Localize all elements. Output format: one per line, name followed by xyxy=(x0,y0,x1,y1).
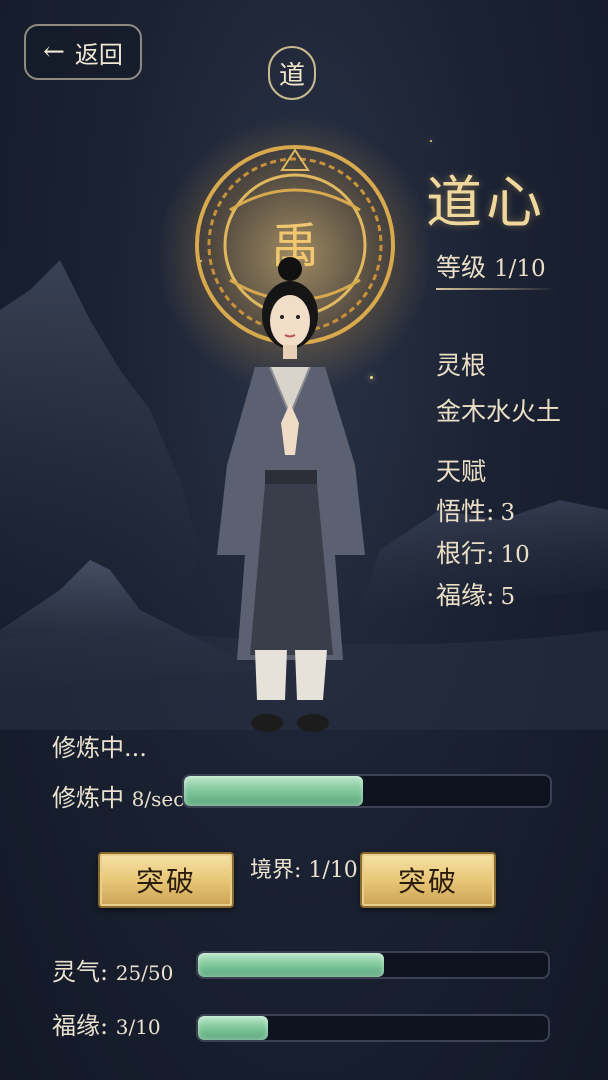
cultivation-progress-bar xyxy=(182,774,552,808)
stat-value: 5 xyxy=(500,584,516,610)
button-label: 突破 xyxy=(397,865,458,898)
cultivator-character xyxy=(217,257,365,732)
dao-emblem-icon: 道 xyxy=(268,46,316,100)
qi-progress-bar xyxy=(196,951,550,979)
stat-label: 根行: xyxy=(436,539,495,568)
spirit-root-value: 金木水火土 xyxy=(436,397,562,426)
cultivation-rate: 修炼中 8/sec xyxy=(52,778,184,813)
fortune-progress-fill xyxy=(198,1016,268,1040)
qi-progress-fill xyxy=(198,953,384,977)
qi-value: 25/50 xyxy=(115,961,174,985)
level-label: 等级 xyxy=(436,253,487,282)
stat-value: 3 xyxy=(500,500,516,526)
title-divider xyxy=(436,288,556,290)
spirit-root-label: 灵根 xyxy=(436,351,487,380)
cultivation-status: 修炼中... xyxy=(52,734,147,762)
breakthrough-button-right[interactable]: 突破 xyxy=(360,852,496,908)
stat-root-practice: 根行: 10 xyxy=(436,534,530,570)
fortune-label: 福缘: xyxy=(52,1012,109,1040)
button-label: 突破 xyxy=(135,865,196,898)
level-value: 1/10 xyxy=(494,256,546,282)
rate-label: 修炼中 xyxy=(52,784,124,812)
rate-value: 8/sec xyxy=(131,787,185,811)
emblem-char: 道 xyxy=(278,60,305,91)
breakthrough-button-left[interactable]: 突破 xyxy=(98,852,234,908)
character-title: 道心 xyxy=(426,171,546,236)
stat-comprehension: 悟性: 3 xyxy=(436,492,515,528)
talent-label: 天赋 xyxy=(436,457,487,486)
fortune-value: 3/10 xyxy=(115,1015,161,1039)
stat-label: 悟性: xyxy=(436,497,495,526)
sparkle xyxy=(430,140,432,142)
back-button[interactable]: ← 返回 xyxy=(24,24,142,80)
cultivation-progress-fill xyxy=(184,776,364,806)
fortune-line: 福缘: 3/10 xyxy=(52,1006,161,1041)
fortune-progress-bar xyxy=(196,1014,550,1042)
realm-text: 境界: 1/10 xyxy=(250,858,358,883)
stat-fortune: 福缘: 5 xyxy=(436,576,515,612)
stat-label: 福缘: xyxy=(436,581,495,610)
back-label: 返回 xyxy=(74,40,123,69)
arrow-left-icon: ← xyxy=(43,37,65,67)
level-line: 等级 1/10 xyxy=(436,248,546,284)
qi-line: 灵气: 25/50 xyxy=(52,952,173,987)
stat-value: 10 xyxy=(500,542,530,568)
qi-label: 灵气: xyxy=(52,958,109,986)
